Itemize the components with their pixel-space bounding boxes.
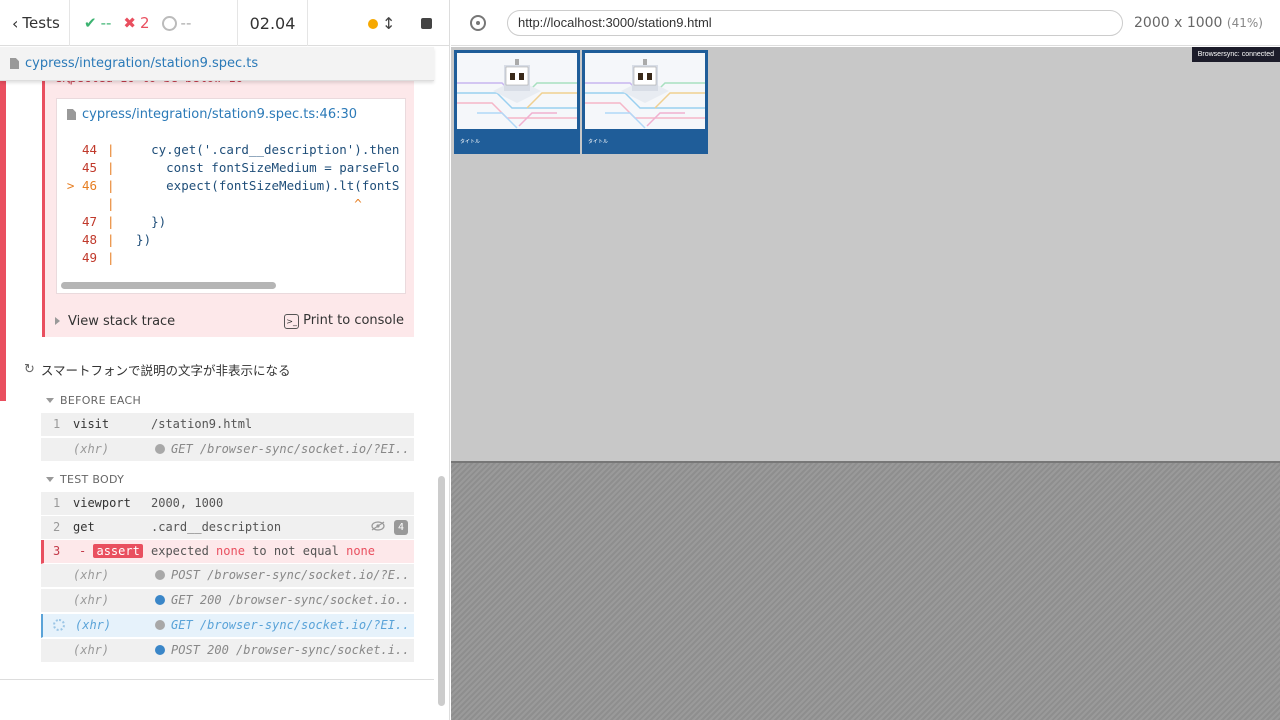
- pending-count: --: [161, 14, 191, 32]
- card: タイトル: [454, 50, 580, 154]
- error-footer: View stack trace >_ Print to console: [45, 305, 414, 337]
- spinner-icon: [53, 619, 65, 631]
- card-image: [457, 53, 577, 129]
- code-frame-file-link[interactable]: cypress/integration/station9.spec.ts:46:…: [82, 107, 357, 122]
- duration: 02.04: [238, 0, 308, 46]
- passed-count: ✔ --: [84, 14, 112, 32]
- print-to-console-button[interactable]: >_ Print to console: [284, 313, 404, 329]
- code-line: 48 | }): [81, 232, 152, 247]
- reporter-panel: ‹ Tests ✔ -- ✖ 2 -- 02.04 ↕ cypress/inte…: [0, 0, 450, 720]
- status-dot-icon: [155, 645, 165, 655]
- command-row-xhr-pending[interactable]: (xhr) GET /browser-sync/socket.io/?EI...: [41, 614, 414, 638]
- code-line: 44 | cy.get('.card__description').then: [81, 142, 400, 157]
- card-title: タイトル: [460, 139, 481, 145]
- code-line: 49 |: [81, 250, 115, 265]
- test-counts: ✔ -- ✖ 2 --: [70, 0, 238, 46]
- status-dot-icon: [155, 595, 165, 605]
- test-title[interactable]: ↻ スマートフォンで説明の文字が非表示になる: [24, 360, 291, 379]
- code-line-highlighted: > 46 | expect(fontSizeMedium).lt(fontS: [66, 178, 400, 193]
- url-bar[interactable]: http://localhost:3000/station9.html: [507, 10, 1123, 36]
- stats-header: ‹ Tests ✔ -- ✖ 2 -- 02.04 ↕: [0, 0, 449, 46]
- aut-empty-area: [451, 461, 1280, 720]
- before-each-header[interactable]: BEFORE EACH: [46, 394, 141, 407]
- code-frame: cypress/integration/station9.spec.ts:46:…: [56, 98, 406, 294]
- caret-down-icon: [46, 398, 54, 403]
- x-icon: ✖: [123, 14, 136, 32]
- failed-test-indicator: [0, 81, 6, 401]
- file-icon: [67, 109, 76, 120]
- command-row-xhr[interactable]: (xhr) GET 200 /browser-sync/socket.io...: [41, 589, 414, 613]
- chevron-left-icon: ‹: [12, 13, 19, 33]
- code-frame-header[interactable]: cypress/integration/station9.spec.ts:46:…: [67, 107, 357, 122]
- robot-illustration: [585, 59, 705, 129]
- assert-badge: assert: [93, 544, 143, 558]
- aut-header: http://localhost:3000/station9.html 2000…: [451, 0, 1280, 46]
- selector-playground-icon[interactable]: [470, 15, 486, 31]
- command-row[interactable]: 1 visit/station9.html: [41, 413, 414, 437]
- status-dot-icon: [155, 620, 165, 630]
- element-count-badge: 4: [393, 520, 408, 535]
- check-icon: ✔: [84, 14, 97, 32]
- code-line-caret: | ^: [107, 196, 362, 211]
- command-row[interactable]: 2 get .card__description 4: [41, 516, 414, 540]
- command-row-xhr[interactable]: (xhr) GET /browser-sync/socket.io/?EI...: [41, 438, 414, 462]
- stop-button[interactable]: [421, 17, 432, 29]
- card: タイトル: [582, 50, 708, 154]
- tests-back-button[interactable]: ‹ Tests: [0, 0, 70, 46]
- reporter-scrollbar[interactable]: [438, 476, 445, 706]
- spec-file-bar: cypress/integration/station9.spec.ts: [0, 47, 434, 81]
- card-title: タイトル: [588, 139, 609, 145]
- terminal-icon: >_: [284, 314, 300, 329]
- card-image: [585, 53, 705, 129]
- eye-slash-icon: [371, 521, 385, 531]
- code-lines: 44 | cy.get('.card__description').then 45…: [57, 141, 405, 267]
- code-line: 47 | }): [81, 214, 167, 229]
- command-row-xhr[interactable]: (xhr) POST 200 /browser-sync/socket.i...: [41, 639, 414, 663]
- browsersync-notification: Browsersync: connected: [1191, 47, 1280, 62]
- status-dot-icon: [155, 444, 165, 454]
- divider: [0, 679, 434, 680]
- auto-scroll-toggle[interactable]: ↕: [368, 14, 395, 33]
- up-down-arrow-icon: ↕: [382, 13, 396, 33]
- command-row[interactable]: 1 viewport 2000, 1000: [41, 492, 414, 516]
- file-icon: [10, 58, 19, 69]
- caret-down-icon: [46, 477, 54, 482]
- command-row-failed-assert[interactable]: 3 - assert expected none to not equal no…: [41, 540, 414, 564]
- tests-back-label: Tests: [22, 14, 60, 32]
- status-dot-icon: [368, 18, 378, 29]
- viewport-info[interactable]: 2000 x 1000 (41%): [1134, 15, 1263, 31]
- command-row-xhr[interactable]: (xhr) POST /browser-sync/socket.io/?E...: [41, 564, 414, 588]
- status-dot-icon: [155, 570, 165, 580]
- robot-illustration: [457, 59, 577, 129]
- refresh-icon: ↻: [24, 362, 35, 377]
- view-stack-trace-toggle[interactable]: View stack trace: [55, 314, 175, 329]
- run-controls: ↕: [308, 0, 449, 46]
- error-box: expected 16 to be below 16 cypress/integ…: [42, 47, 414, 337]
- pending-circle-icon: [161, 15, 177, 31]
- aut-iframe: タイトル タイトル Browsersync: connected: [451, 47, 1280, 461]
- caret-right-icon: [55, 316, 60, 325]
- failed-count: ✖ 2: [123, 14, 150, 32]
- error-section: expected 16 to be below 16 cypress/integ…: [0, 47, 434, 401]
- code-line: 45 | const fontSizeMedium = parseFlo: [81, 160, 400, 175]
- code-frame-scrollbar[interactable]: [61, 282, 276, 289]
- test-body-header[interactable]: TEST BODY: [46, 473, 124, 486]
- spec-file-link[interactable]: cypress/integration/station9.spec.ts: [25, 56, 258, 71]
